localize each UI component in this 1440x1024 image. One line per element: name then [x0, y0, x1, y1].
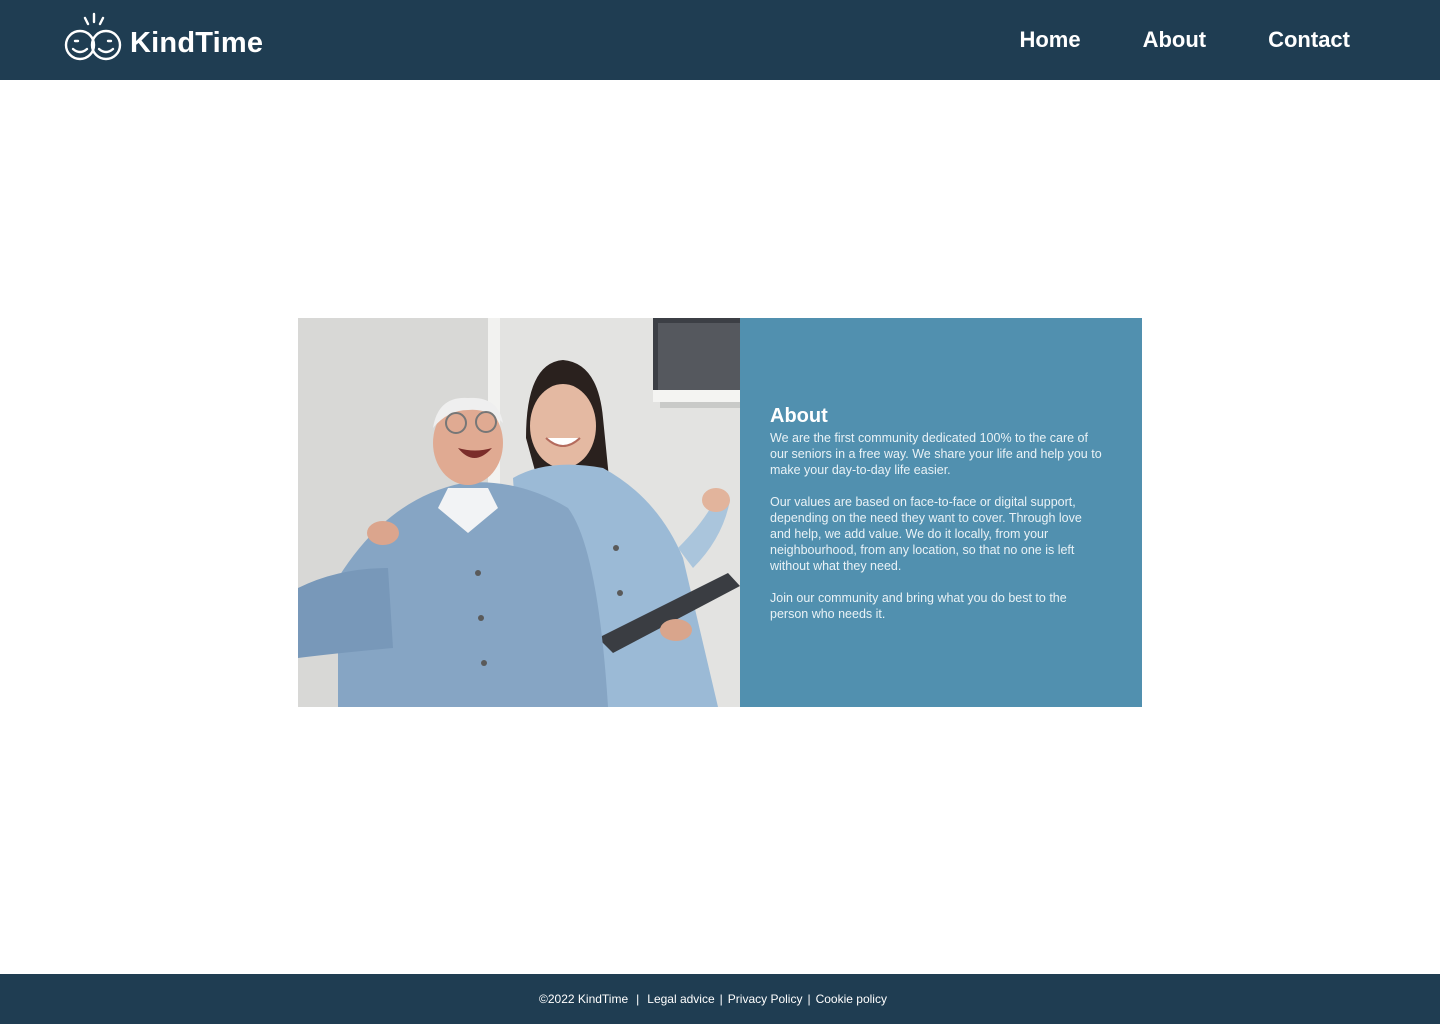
legal-advice-link[interactable]: Legal advice — [647, 992, 714, 1006]
brand-logo[interactable]: KindTime — [64, 12, 263, 64]
privacy-policy-link[interactable]: Privacy Policy — [728, 992, 803, 1006]
two-smiling-faces-logo-icon — [64, 12, 122, 61]
cookie-policy-link[interactable]: Cookie policy — [816, 992, 887, 1006]
main-nav: Home About Contact — [957, 0, 1350, 80]
about-paragraph: Our values are based on face-to-face or … — [770, 495, 1082, 573]
nav-contact[interactable]: Contact — [1268, 27, 1350, 53]
nav-home[interactable]: Home — [1019, 27, 1080, 53]
footer-separator: | — [636, 992, 640, 1006]
about-paragraph: We are the first community dedicated 100… — [770, 431, 1102, 477]
copyright-text: ©2022 KindTime — [539, 992, 629, 1006]
site-footer: ©2022 KindTime | Legal advice | Privacy … — [0, 974, 1440, 1024]
about-title: About — [770, 405, 828, 427]
footer-separator: | — [719, 992, 723, 1006]
nav-about[interactable]: About — [1143, 27, 1207, 53]
site-header: KindTime Home About Contact — [0, 0, 1440, 80]
footer-links: ©2022 KindTime | Legal advice | Privacy … — [539, 992, 887, 1006]
brand-name: KindTime — [130, 26, 264, 59]
about-card: About We are the first community dedicat… — [298, 318, 1142, 707]
about-panel: About We are the first community dedicat… — [740, 318, 1142, 707]
about-paragraph: Join our community and bring what you do… — [770, 591, 1067, 621]
photo-illustration — [298, 318, 740, 707]
footer-separator: | — [807, 992, 811, 1006]
about-photo — [298, 318, 740, 707]
